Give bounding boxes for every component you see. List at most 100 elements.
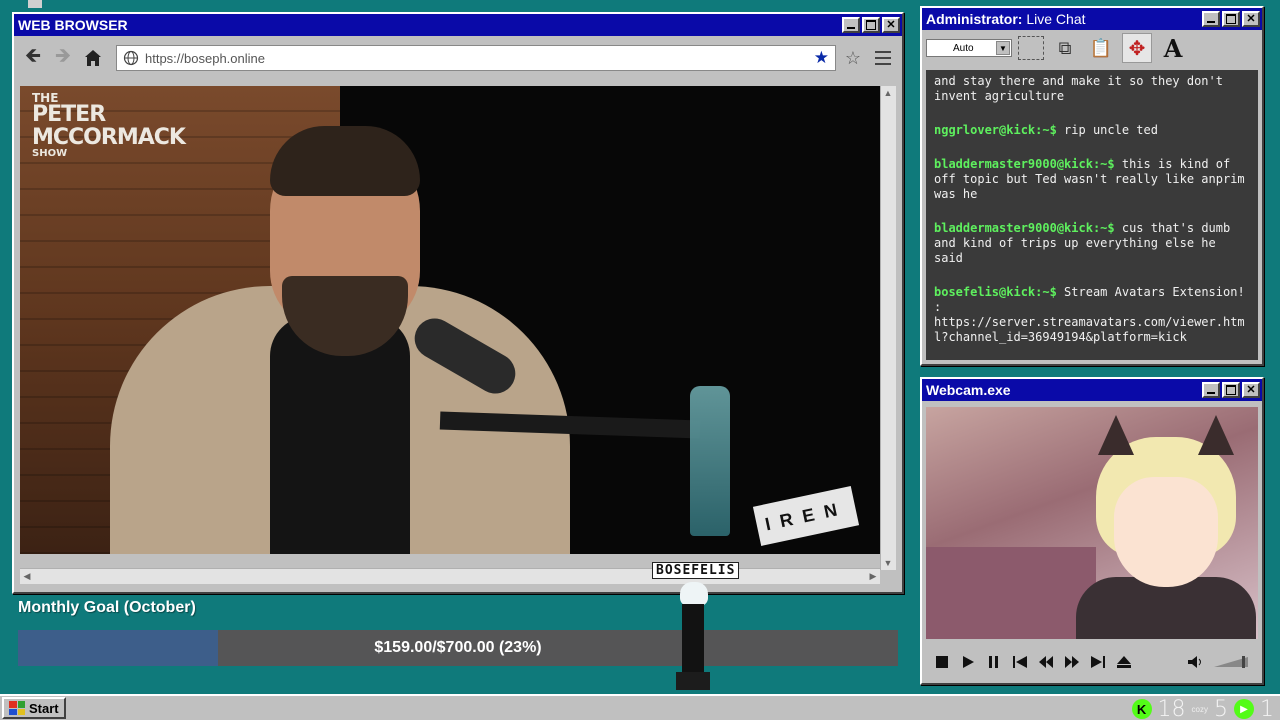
chat-username[interactable]: bladdermaster9000@kick:~$: [934, 157, 1115, 171]
minimize-button[interactable]: [1202, 11, 1220, 27]
start-button[interactable]: Start: [2, 697, 66, 719]
kick-logo-icon[interactable]: K: [1131, 699, 1152, 719]
url-input[interactable]: [145, 50, 808, 66]
cam-background-bed: [926, 547, 1096, 639]
play-icon[interactable]: [960, 654, 976, 670]
volume-icon[interactable]: [1188, 654, 1204, 670]
arrow-left-icon: 🡸: [24, 45, 42, 67]
minimize-button[interactable]: [1202, 382, 1220, 398]
skip-back-icon[interactable]: [1012, 654, 1028, 670]
cozy-label: cozy: [1191, 704, 1208, 714]
video-person-hair: [270, 126, 420, 196]
taskbar: Start K 18 cozy 5 ▶ 1: [0, 694, 1280, 720]
chat-message: bladdermaster9000@kick:~$ cus that's dum…: [934, 221, 1250, 266]
globe-icon: [123, 50, 139, 66]
cam-cat-ear-right: [1198, 415, 1234, 455]
webcam-title: Webcam.exe: [926, 382, 1011, 398]
font-icon[interactable]: A: [1158, 33, 1188, 63]
start-label: Start: [29, 700, 59, 716]
arrow-right-icon: 🡺: [54, 45, 72, 67]
webcam-titlebar[interactable]: Webcam.exe: [922, 379, 1262, 401]
vertical-scrollbar[interactable]: ▲ ▼: [880, 86, 896, 570]
close-button[interactable]: [882, 17, 900, 33]
desktop-icon[interactable]: [28, 0, 42, 8]
copy-icon[interactable]: ⧉: [1050, 33, 1080, 63]
paste-icon[interactable]: 📋: [1086, 33, 1116, 63]
avatar-body[interactable]: [682, 604, 704, 674]
video-bottle: [690, 386, 730, 536]
home-button[interactable]: [80, 45, 106, 71]
kick-viewer-count: 18: [1157, 696, 1186, 720]
cozy-count: 5: [1214, 696, 1228, 720]
hamburger-icon[interactable]: [870, 45, 896, 71]
media-controls: [926, 647, 1258, 677]
webcam-view: [926, 407, 1258, 639]
chat-message: bosefelis@kick:~$ Stream Avatars Extensi…: [934, 285, 1250, 345]
move-icon[interactable]: ✥: [1122, 33, 1152, 63]
chat-username[interactable]: nggrlover@kick:~$: [934, 123, 1057, 137]
stop-icon[interactable]: [934, 654, 950, 670]
scroll-right-icon[interactable]: ▶: [866, 569, 880, 583]
scroll-up-icon[interactable]: ▲: [881, 86, 895, 100]
chat-log[interactable]: and stay there and make it so they don't…: [926, 70, 1258, 360]
browser-titlebar[interactable]: WEB BROWSER: [14, 14, 902, 36]
chat-title: Administrator: Live Chat: [926, 11, 1202, 27]
font-size-select[interactable]: Auto ▼: [926, 39, 1012, 57]
webcam-window: Webcam.exe: [920, 377, 1264, 685]
play-circle-icon[interactable]: ▶: [1234, 699, 1254, 719]
maximize-button[interactable]: [862, 17, 880, 33]
browser-title: WEB BROWSER: [18, 17, 128, 33]
avatar-name-tag: BOSEFELIS: [652, 562, 740, 579]
scroll-down-icon[interactable]: ▼: [881, 556, 895, 570]
select-value: Auto: [953, 42, 974, 54]
system-tray: K 18 cozy 5 ▶ 1: [1131, 696, 1274, 720]
video-player[interactable]: THE PETER MCCORMACK SHOW IREN: [20, 86, 880, 554]
home-icon: [85, 50, 101, 66]
chat-username[interactable]: bladdermaster9000@kick:~$: [934, 221, 1115, 235]
minimize-button[interactable]: [842, 17, 860, 33]
goal-progress-bar: $159.00/$700.00 (23%): [18, 630, 898, 666]
maximize-button[interactable]: [1222, 382, 1240, 398]
windows-logo-icon: [9, 701, 25, 715]
eject-icon[interactable]: [1116, 654, 1132, 670]
horizontal-scrollbar[interactable]: ◀ ▶: [20, 568, 880, 584]
chat-message: bladdermaster9000@kick:~$ this is kind o…: [934, 157, 1250, 202]
avatar-head[interactable]: [680, 582, 708, 606]
chat-message: and stay there and make it so they don't…: [934, 74, 1250, 104]
browser-toolbar: 🡸 🡺 ★ ☆: [14, 40, 902, 76]
cam-cat-ear-left: [1098, 415, 1134, 455]
close-button[interactable]: [1242, 382, 1260, 398]
skip-forward-icon[interactable]: [1090, 654, 1106, 670]
rewind-icon[interactable]: [1038, 654, 1054, 670]
mark-icon[interactable]: [1018, 36, 1044, 60]
back-button[interactable]: 🡸: [20, 45, 46, 71]
star-filled-icon[interactable]: ★: [814, 48, 829, 68]
chat-title-main: Live Chat: [1026, 11, 1086, 27]
chat-text: rip uncle ted: [1056, 123, 1158, 137]
chat-title-prefix: Administrator:: [926, 11, 1023, 27]
chat-text: and stay there and make it so they don't…: [934, 74, 1223, 103]
address-bar[interactable]: ★: [116, 45, 836, 71]
show-logo: THE PETER MCCORMACK SHOW: [32, 91, 186, 160]
scroll-left-icon[interactable]: ◀: [20, 569, 34, 583]
goal-title: Monthly Goal (October): [18, 599, 196, 616]
chat-message: nggrlover@kick:~$ rip uncle ted: [934, 123, 1250, 138]
video-sign: IREN: [752, 486, 860, 546]
live-chat-window: Administrator: Live Chat Auto ▼ ⧉ 📋 ✥ A …: [920, 6, 1264, 366]
fast-forward-icon[interactable]: [1064, 654, 1080, 670]
maximize-button[interactable]: [1222, 11, 1240, 27]
volume-slider[interactable]: [1214, 654, 1250, 670]
chat-titlebar[interactable]: Administrator: Live Chat: [922, 8, 1262, 30]
forward-button[interactable]: 🡺: [50, 45, 76, 71]
play-count: 1: [1260, 696, 1274, 720]
chat-toolbar: Auto ▼ ⧉ 📋 ✥ A: [922, 30, 1262, 66]
star-outline-icon[interactable]: ☆: [840, 48, 866, 69]
pause-icon[interactable]: [986, 654, 1002, 670]
goal-progress-text: $159.00/$700.00 (23%): [374, 639, 542, 656]
close-button[interactable]: [1242, 11, 1260, 27]
web-browser-window: WEB BROWSER 🡸 🡺 ★ ☆ THE PETER MCCORMAC: [12, 12, 904, 594]
chat-username[interactable]: bosefelis@kick:~$: [934, 285, 1057, 299]
cam-character-face: [1114, 477, 1218, 587]
avatar-legs[interactable]: [676, 672, 710, 690]
chevron-down-icon[interactable]: ▼: [996, 41, 1010, 55]
